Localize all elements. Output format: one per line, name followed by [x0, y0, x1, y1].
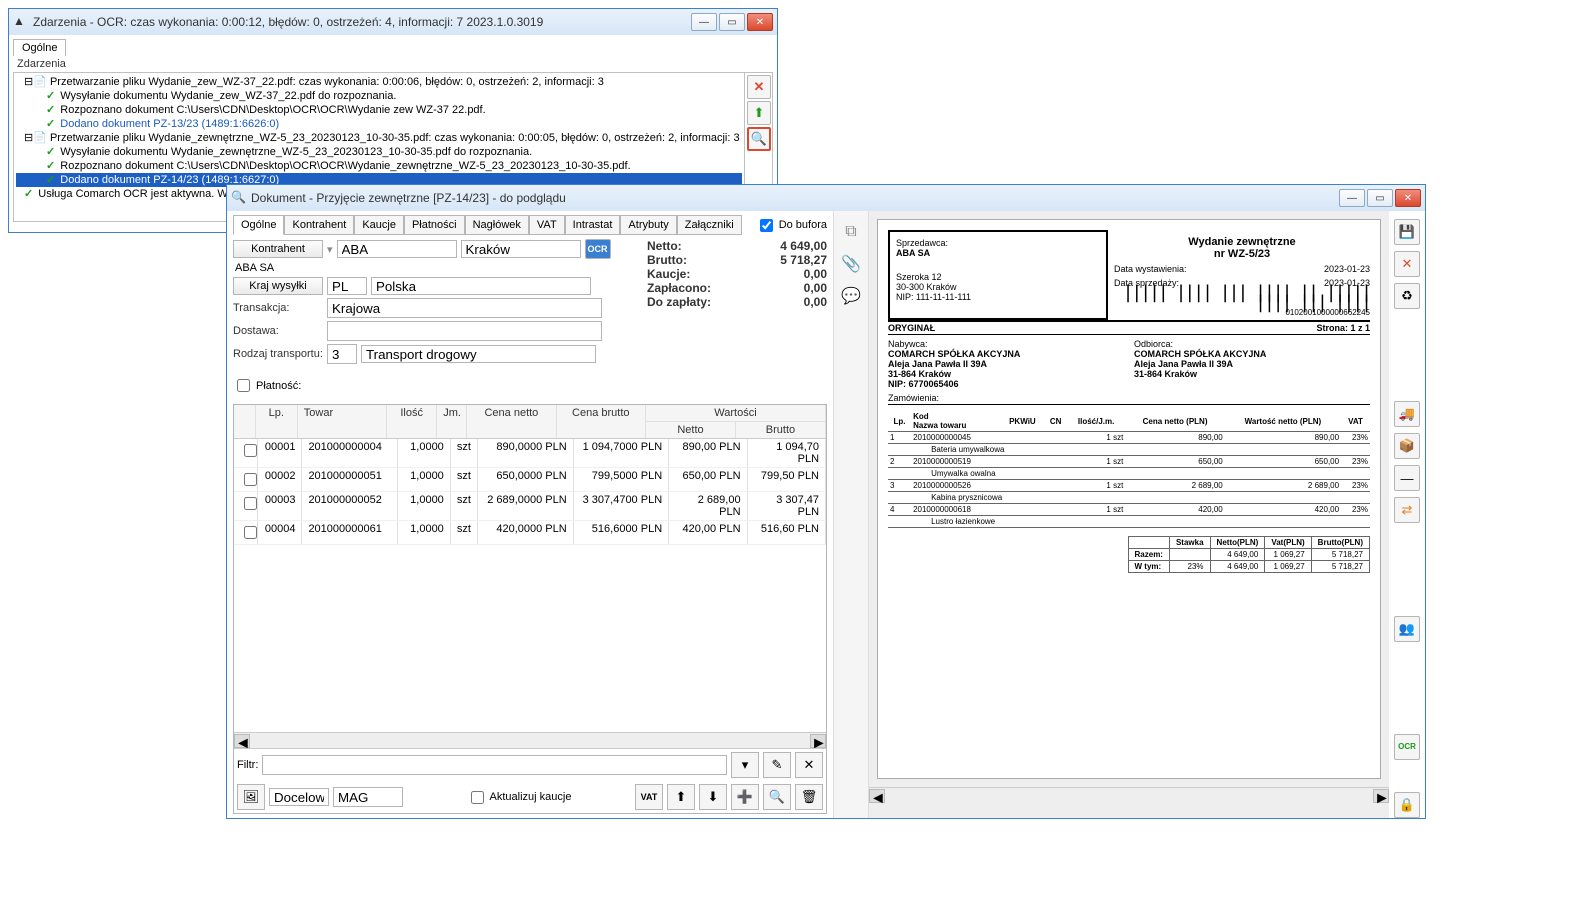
mid-toolbar: ⧉ 📎 💬 [833, 211, 869, 818]
attach-icon[interactable]: 📎 [838, 251, 864, 277]
platnosc-checkbox[interactable]: Płatność: [233, 376, 301, 395]
search-button[interactable]: 🔍 [747, 127, 771, 151]
tree-line[interactable]: ⊟📄 Przetwarzanie pliku Wydanie_zew_WZ-37… [16, 75, 742, 89]
table-row[interactable]: 000042010000000611,0000szt420,0000 PLN51… [234, 521, 826, 545]
tree-line[interactable]: ✓ Wysyłanie dokumentu Wydanie_zewnętrzne… [16, 145, 742, 159]
rodzaj-transportu-label: Rodzaj transportu: [233, 348, 323, 360]
clear-button[interactable]: ✕ [747, 75, 771, 99]
tab-kontrahent[interactable]: Kontrahent [284, 215, 354, 235]
swap-button[interactable]: ⇄ [1394, 497, 1420, 523]
aktualizuj-kaucje-checkbox[interactable]: Aktualizuj kaucje [467, 788, 572, 807]
mag-select[interactable] [333, 787, 403, 807]
export-button[interactable]: ⬆ [747, 101, 771, 125]
tab-vat[interactable]: VAT [529, 215, 565, 235]
preview-doc-type: Wydanie zewnętrzne [1114, 236, 1370, 248]
tab-załączniki[interactable]: Załączniki [677, 215, 742, 235]
minimize-button[interactable]: — [691, 13, 717, 31]
filter-edit-button[interactable]: ✎ [763, 752, 791, 778]
document-preview[interactable]: Sprzedawca: ABA SA Szeroka 12 30-300 Kra… [869, 211, 1389, 818]
image-button[interactable]: 🖼 [237, 784, 265, 810]
zoom-button[interactable]: 🔍 [763, 784, 791, 810]
kontrahent-code-input[interactable] [337, 240, 457, 258]
import-button[interactable]: ⬆ [667, 784, 695, 810]
seller-name: ABA SA [896, 248, 1100, 258]
save-button[interactable]: 💾 [1394, 219, 1420, 245]
copy-icon[interactable]: ⧉ [838, 219, 864, 245]
minimize-button[interactable]: — [1339, 189, 1365, 207]
delete-button[interactable]: 🗑 [795, 784, 823, 810]
export-button[interactable]: ⬇ [699, 784, 727, 810]
search-icon: 🔍 [231, 190, 247, 206]
dostawa-select[interactable] [327, 321, 602, 341]
ocr-button[interactable]: OCR [1394, 734, 1420, 760]
tab-ogolne[interactable]: Ogólne [13, 39, 66, 56]
items-grid[interactable]: Lp. Towar Ilość Jm. Cena netto Cena brut… [234, 405, 826, 732]
window-title: Zdarzenia - OCR: czas wykonania: 0:00:12… [33, 15, 691, 29]
box-button[interactable]: 📦 [1394, 433, 1420, 459]
rodzaj-code-select[interactable] [327, 344, 357, 364]
docelowy-input[interactable] [269, 788, 329, 806]
right-toolbar: 💾 ✕ ♻ 🚚 📦 — ⇄ 👥 OCR 🔒 [1389, 211, 1425, 818]
tab-atrybuty[interactable]: Atrybuty [620, 215, 676, 235]
tree-line[interactable]: ✓ Rozpoznano dokument C:\Users\CDN\Deskt… [16, 103, 742, 117]
preview-items-table: Lp. KodNazwa towaru PKWiU CN Ilość/J.m. … [888, 411, 1370, 528]
people-button[interactable]: 👥 [1394, 616, 1420, 642]
tab-płatności[interactable]: Płatności [404, 215, 465, 235]
document-tabs: OgólneKontrahentKaucjePłatnościNagłówekV… [233, 215, 827, 235]
filter-label: Filtr: [237, 759, 258, 771]
filter-dropdown-button[interactable]: ▾ [731, 752, 759, 778]
close-button[interactable]: ✕ [1395, 189, 1421, 207]
kontrahent-name: ABA SA [233, 262, 274, 274]
truck-button[interactable]: 🚚 [1394, 401, 1420, 427]
totals-panel: Netto:4 649,00 Brutto:5 718,27 Kaucje:0,… [647, 239, 827, 398]
titlebar[interactable]: ▲ Zdarzenia - OCR: czas wykonania: 0:00:… [9, 9, 777, 35]
cancel-button[interactable]: ✕ [1394, 251, 1420, 277]
comment-icon[interactable]: 💬 [838, 283, 864, 309]
tree-line[interactable]: ✓ Dodano dokument PZ-13/23 (1489:1:6626:… [16, 117, 742, 131]
tab-kaucje[interactable]: Kaucje [354, 215, 404, 235]
close-button[interactable]: ✕ [747, 13, 773, 31]
rodzaj-name-input[interactable] [361, 345, 596, 363]
table-row[interactable]: 000022010000000511,0000szt650,0000 PLN79… [234, 468, 826, 492]
vat-button[interactable]: VAT [635, 784, 663, 810]
dostawa-label: Dostawa: [233, 325, 323, 337]
tree-line[interactable]: ✓ Rozpoznano dokument C:\Users\CDN\Deskt… [16, 159, 742, 173]
lock-button[interactable]: 🔒 [1394, 792, 1420, 818]
table-row[interactable]: 000012010000000041,0000szt890,0000 PLN1 … [234, 439, 826, 468]
window-title: Dokument - Przyjęcie zewnętrzne [PZ-14/2… [251, 191, 1339, 205]
section-label: Zdarzenia [13, 56, 773, 72]
maximize-button[interactable]: ▭ [1367, 189, 1393, 207]
app-icon: ▲ [13, 14, 29, 30]
titlebar[interactable]: 🔍 Dokument - Przyjęcie zewnętrzne [PZ-14… [227, 185, 1425, 211]
do-bufora-checkbox[interactable]: Do bufora [756, 215, 827, 235]
grid-scrollbar[interactable]: ◄► [234, 732, 826, 748]
transakcja-select[interactable] [327, 298, 602, 318]
tree-line[interactable]: ⊟📄 Przetwarzanie pliku Wydanie_zewnętrzn… [16, 131, 742, 145]
document-window: 🔍 Dokument - Przyjęcie zewnętrzne [PZ-14… [226, 184, 1426, 819]
kraj-name-input[interactable] [371, 277, 591, 295]
minus-button[interactable]: — [1394, 465, 1420, 491]
tree-line[interactable]: ✓ Wysyłanie dokumentu Wydanie_zew_WZ-37_… [16, 89, 742, 103]
table-row[interactable]: 000032010000000521,0000szt2 689,0000 PLN… [234, 492, 826, 521]
kontrahent-button[interactable]: Kontrahent [233, 240, 323, 258]
add-button[interactable]: ➕ [731, 784, 759, 810]
kraj-wysylki-button[interactable]: Kraj wysyłki [233, 277, 323, 295]
kontrahent-city-input[interactable] [461, 240, 581, 258]
recycle-button[interactable]: ♻ [1394, 283, 1420, 309]
filter-input[interactable] [262, 755, 727, 775]
ocr-badge-button[interactable]: OCR [585, 239, 611, 259]
filter-clear-button[interactable]: ✕ [795, 752, 823, 778]
tab-nagłówek[interactable]: Nagłówek [465, 215, 529, 235]
preview-doc-number: nr WZ-5/23 [1114, 248, 1370, 260]
preview-scrollbar[interactable]: ◄► [869, 787, 1389, 803]
seller-label: Sprzedawca: [896, 238, 1100, 248]
kraj-code-input[interactable] [327, 277, 367, 295]
tab-ogólne[interactable]: Ogólne [233, 215, 284, 235]
transakcja-label: Transakcja: [233, 302, 323, 314]
tab-intrastat[interactable]: Intrastat [565, 215, 621, 235]
barcode: ||||| |||| ||| |||| || ||||| |||| ||| ||… [1114, 288, 1370, 308]
maximize-button[interactable]: ▭ [719, 13, 745, 31]
